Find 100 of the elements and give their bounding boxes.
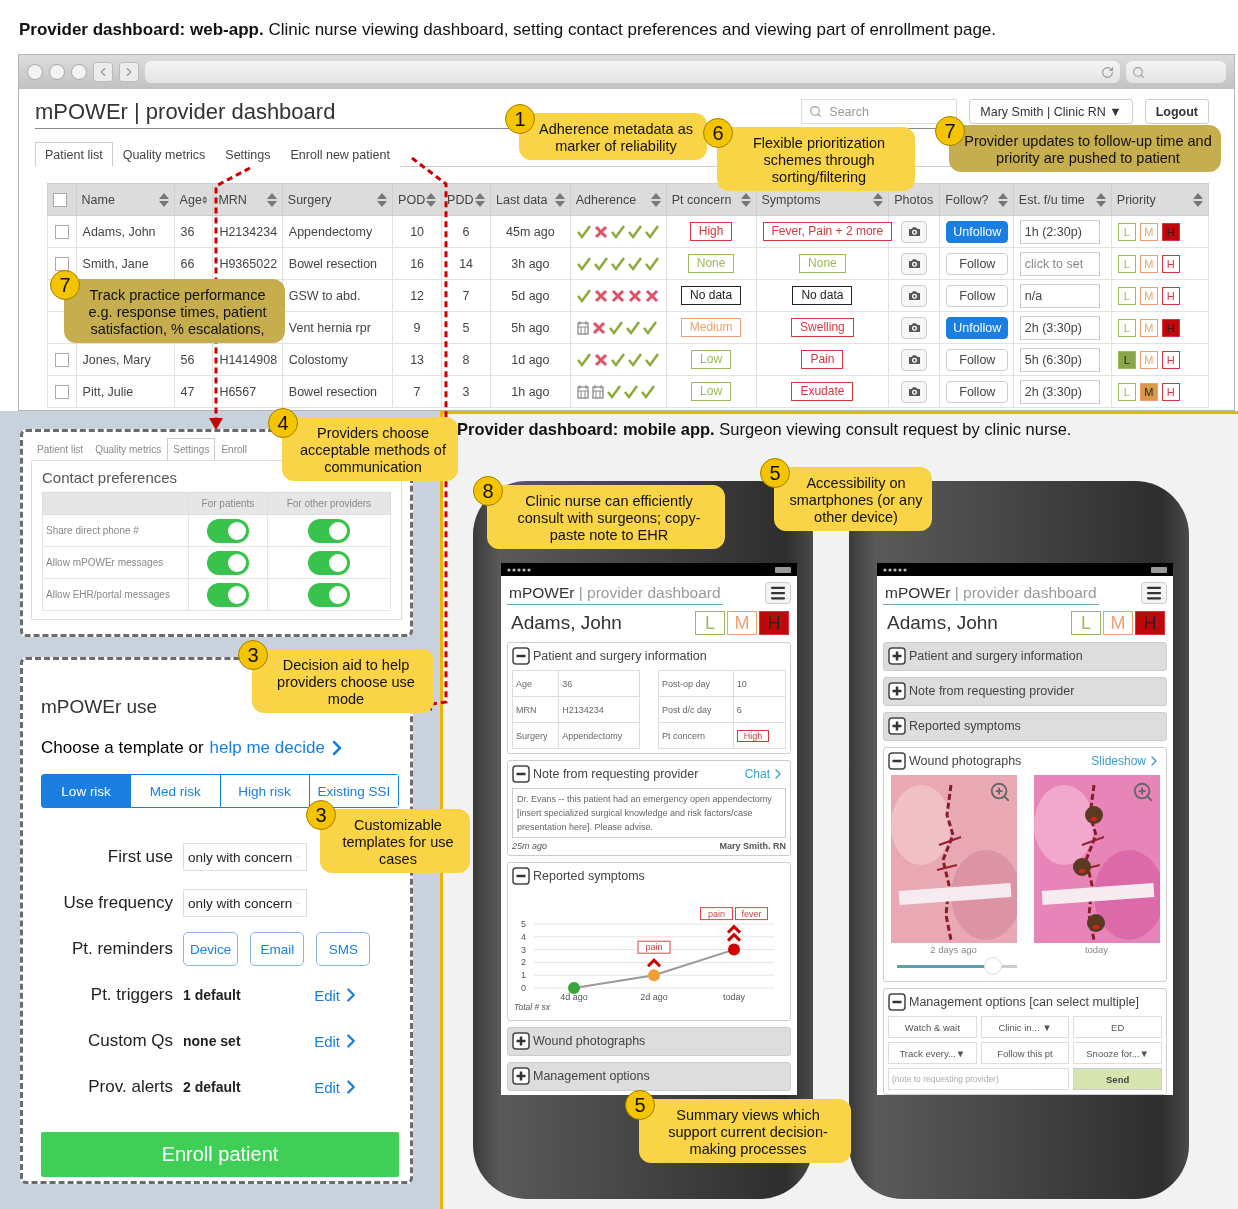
- photos-button[interactable]: [901, 348, 928, 371]
- reminder-button[interactable]: Device: [183, 932, 239, 966]
- dropdown-field[interactable]: only with concern: [183, 889, 307, 917]
- priority-button[interactable]: H: [1161, 382, 1180, 401]
- row-checkbox[interactable]: [54, 384, 69, 399]
- help-link[interactable]: help me decide: [209, 736, 349, 760]
- expand-icon[interactable]: [888, 682, 906, 700]
- priority-button[interactable]: L: [1071, 611, 1101, 635]
- section-link[interactable]: Slideshow: [1091, 753, 1162, 769]
- toggle-switch[interactable]: [307, 518, 350, 543]
- refresh-icon[interactable]: [1101, 65, 1114, 79]
- follow-button[interactable]: Unfollow: [946, 220, 1009, 243]
- edit-link[interactable]: Edit: [314, 1076, 362, 1098]
- collapse-icon[interactable]: [888, 993, 906, 1011]
- menu-button[interactable]: [765, 581, 791, 604]
- priority-button[interactable]: H: [1135, 611, 1165, 635]
- photos-button[interactable]: [901, 380, 928, 403]
- toggle-switch[interactable]: [206, 518, 249, 543]
- option-button[interactable]: Snooze for...▼: [1073, 1042, 1162, 1064]
- select-all-checkbox[interactable]: [53, 192, 67, 207]
- priority-button[interactable]: M: [1139, 286, 1158, 305]
- priority-button[interactable]: M: [1139, 350, 1158, 369]
- window-button[interactable]: [27, 64, 43, 80]
- collapse-icon[interactable]: [512, 647, 530, 665]
- dropdown-field[interactable]: only with concern: [183, 843, 307, 871]
- sort-icon[interactable]: [650, 192, 661, 207]
- template-tab[interactable]: Low risk: [42, 775, 132, 807]
- browser-search-field[interactable]: [1126, 61, 1226, 83]
- follow-up-field[interactable]: 1h (2:30p): [1019, 219, 1100, 244]
- sort-icon[interactable]: [873, 192, 884, 207]
- priority-button[interactable]: L: [1117, 350, 1136, 369]
- note-field[interactable]: (note to requesting provider): [888, 1068, 1070, 1090]
- option-button[interactable]: Track every...▼: [888, 1042, 977, 1064]
- sort-icon[interactable]: [158, 192, 169, 207]
- priority-button[interactable]: L: [1117, 382, 1136, 401]
- zoom-in-icon[interactable]: [1131, 781, 1154, 803]
- slider-thumb[interactable]: [984, 957, 1002, 975]
- sort-icon[interactable]: [475, 192, 486, 207]
- back-button[interactable]: [93, 62, 113, 82]
- expand-icon[interactable]: [512, 1067, 530, 1085]
- sort-icon[interactable]: [426, 192, 437, 207]
- window-button[interactable]: [49, 64, 65, 80]
- photos-button[interactable]: [901, 252, 928, 275]
- user-menu-button[interactable]: Mary Smith | Clinic RN ▼: [969, 99, 1133, 124]
- follow-button[interactable]: Follow: [946, 380, 1009, 403]
- priority-button[interactable]: L: [1117, 318, 1136, 337]
- priority-button[interactable]: H: [1161, 254, 1180, 273]
- logout-button[interactable]: Logout: [1144, 99, 1209, 124]
- follow-up-field[interactable]: 5h (6:30p): [1019, 347, 1100, 372]
- follow-up-field[interactable]: n/a: [1019, 283, 1100, 308]
- priority-button[interactable]: L: [1117, 222, 1136, 241]
- section-link[interactable]: Chat: [744, 766, 786, 782]
- expand-icon[interactable]: [888, 647, 906, 665]
- priority-button[interactable]: M: [1139, 254, 1158, 273]
- priority-button[interactable]: H: [1161, 350, 1180, 369]
- row-checkbox[interactable]: [54, 224, 69, 239]
- follow-button[interactable]: Follow: [946, 348, 1009, 371]
- sort-icon[interactable]: [740, 192, 751, 207]
- menu-button[interactable]: [1141, 581, 1167, 604]
- search-field[interactable]: Search: [801, 99, 958, 124]
- photos-button[interactable]: [901, 316, 928, 339]
- edit-link[interactable]: Edit: [314, 1030, 362, 1052]
- priority-button[interactable]: M: [1139, 318, 1158, 337]
- expand-icon[interactable]: [888, 717, 906, 735]
- sort-icon[interactable]: [1193, 192, 1203, 207]
- forward-button[interactable]: [119, 62, 139, 82]
- follow-button[interactable]: Follow: [946, 284, 1009, 307]
- window-button[interactable]: [71, 64, 87, 80]
- row-checkbox[interactable]: [54, 352, 69, 367]
- edit-link[interactable]: Edit: [314, 984, 362, 1006]
- sort-icon[interactable]: [554, 192, 565, 207]
- priority-button[interactable]: L: [1117, 254, 1136, 273]
- toggle-switch[interactable]: [307, 550, 350, 575]
- photos-button[interactable]: [901, 284, 928, 307]
- collapse-icon[interactable]: [888, 752, 906, 770]
- follow-up-field[interactable]: 2h (3:30p): [1019, 315, 1100, 340]
- priority-button[interactable]: H: [1161, 222, 1180, 241]
- sort-icon[interactable]: [997, 192, 1008, 207]
- reminder-button[interactable]: SMS: [316, 932, 371, 966]
- toggle-switch[interactable]: [206, 550, 249, 575]
- expand-icon[interactable]: [512, 1032, 530, 1050]
- row-checkbox[interactable]: [54, 256, 69, 271]
- sort-icon[interactable]: [266, 192, 277, 207]
- priority-button[interactable]: H: [1161, 318, 1180, 337]
- option-button[interactable]: Clinic in... ▼: [980, 1016, 1070, 1038]
- option-button[interactable]: ED: [1073, 1016, 1162, 1038]
- priority-button[interactable]: M: [1139, 382, 1158, 401]
- option-button[interactable]: Follow this pt: [980, 1042, 1070, 1064]
- follow-button[interactable]: Follow: [946, 252, 1009, 275]
- sort-icon[interactable]: [1095, 192, 1106, 207]
- priority-button[interactable]: H: [759, 611, 789, 635]
- send-button[interactable]: Send: [1073, 1068, 1162, 1090]
- zoom-in-icon[interactable]: [988, 781, 1011, 803]
- tab[interactable]: Patient list: [35, 142, 113, 167]
- toggle-switch[interactable]: [307, 582, 350, 607]
- option-button[interactable]: Watch & wait: [888, 1016, 977, 1038]
- priority-button[interactable]: L: [1117, 286, 1136, 305]
- follow-button[interactable]: Unfollow: [946, 316, 1009, 339]
- tab[interactable]: Settings: [167, 438, 216, 460]
- priority-button[interactable]: H: [1161, 286, 1180, 305]
